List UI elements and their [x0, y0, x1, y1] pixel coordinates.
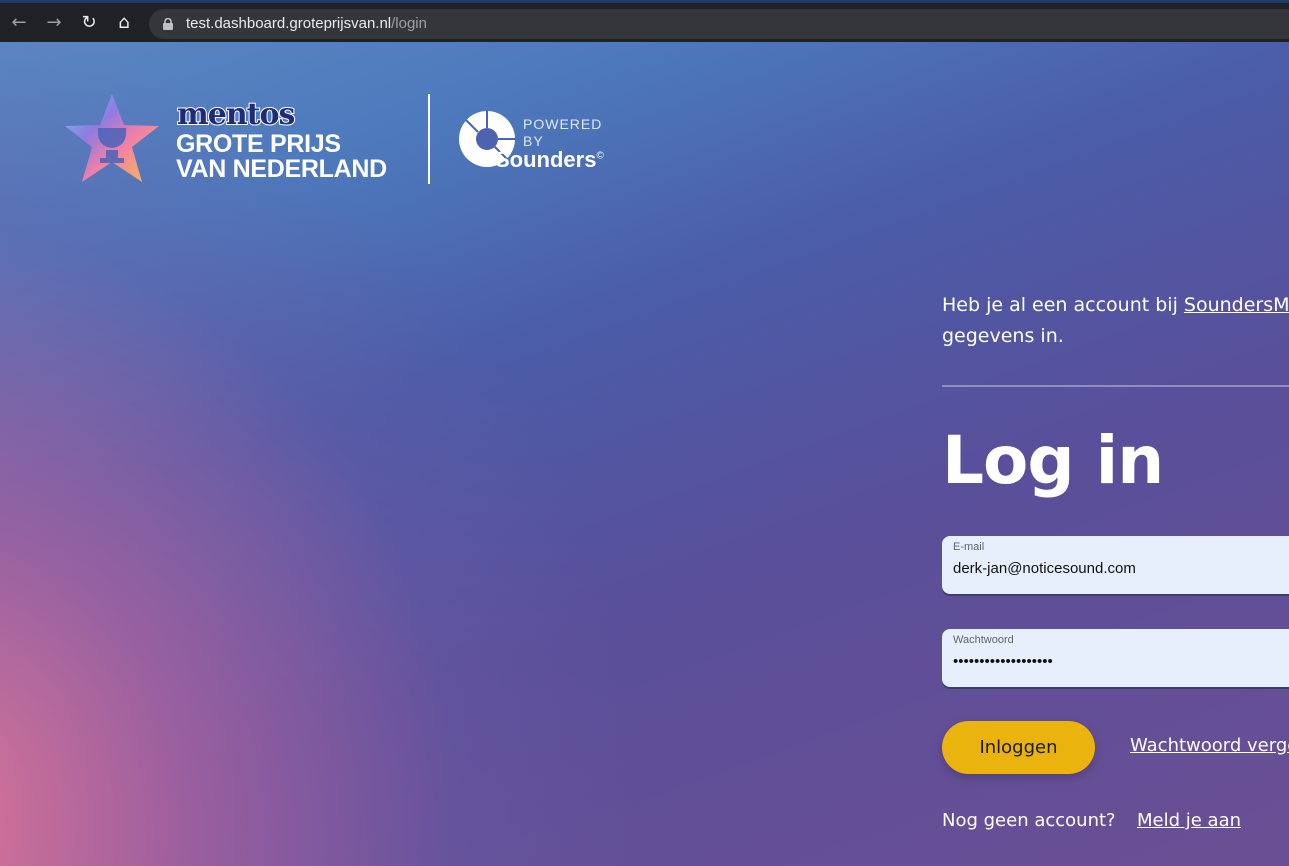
email-input[interactable] — [953, 560, 1289, 577]
copyright-mark: © — [596, 150, 604, 162]
email-field[interactable]: E-mail — [942, 536, 1289, 594]
signup-link[interactable]: Meld je aan — [1137, 810, 1241, 831]
powered-line: POWERED — [523, 116, 603, 132]
mentos-wordmark: mentos — [176, 96, 296, 133]
intro-text-line2: gegevens in. — [942, 325, 1064, 347]
divider — [942, 385, 1289, 387]
password-field[interactable]: Wachtwoord — [942, 629, 1289, 687]
event-logo: mentos GROTE PRIJS VAN NEDERLAND POWERED… — [62, 92, 622, 192]
password-label: Wachtwoord — [953, 634, 1014, 646]
powered-by-text: POWERED BY — [523, 116, 602, 150]
browser-toolbar: ← → ↻ ⌂ test.dashboard.groteprijsvan.nl/… — [0, 0, 1289, 42]
page-title: Log in — [942, 422, 1164, 499]
logo-divider — [428, 94, 430, 184]
no-account-text: Nog geen account? — [942, 810, 1116, 831]
sounders-wordmark: Sounders© — [495, 147, 604, 173]
url-domain: test.dashboard.groteprijsvan.nl — [186, 15, 392, 32]
soundersmusic-link[interactable]: SoundersMusic — [1184, 294, 1289, 316]
forward-icon[interactable]: → — [43, 12, 65, 34]
address-bar[interactable]: test.dashboard.groteprijsvan.nl/login — [149, 9, 1289, 39]
sounders-text: Sounders — [495, 147, 597, 172]
login-page: mentos GROTE PRIJS VAN NEDERLAND POWERED… — [0, 42, 1289, 866]
login-button[interactable]: Inloggen — [942, 721, 1095, 774]
reload-icon[interactable]: ↻ — [78, 12, 100, 34]
event-title-line2: VAN NEDERLAND — [176, 155, 387, 183]
password-input[interactable] — [953, 653, 1289, 670]
trophy-star-icon — [65, 94, 159, 182]
lock-icon — [163, 18, 173, 30]
email-label: E-mail — [953, 541, 985, 553]
home-icon[interactable]: ⌂ — [113, 12, 135, 34]
intro-text: Heb je al een account bij — [942, 294, 1184, 316]
login-intro: Heb je al een account bij SoundersMusic … — [942, 290, 1289, 352]
back-icon[interactable]: ← — [8, 12, 30, 34]
url-path: /login — [391, 15, 427, 32]
forgot-password-link[interactable]: Wachtwoord vergeten? — [1130, 735, 1289, 756]
